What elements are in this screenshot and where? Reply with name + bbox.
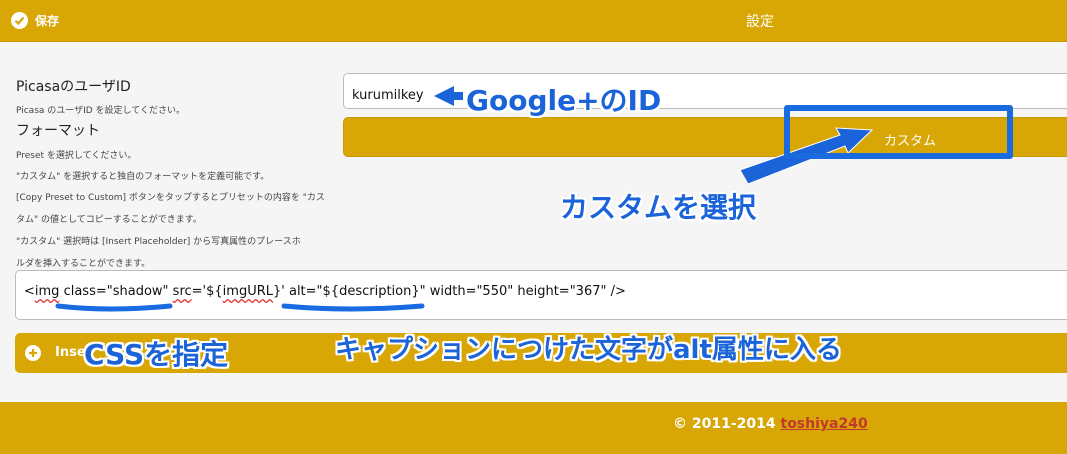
annotation-caption-alt: キャプションにつけた文字がalt属性に入る	[335, 335, 842, 365]
annotation-select-custom: カスタムを選択	[560, 191, 757, 224]
annotation-overlay	[55, 86, 874, 312]
annotation-google-id: Google+のID	[466, 84, 662, 117]
annotation-css: CSSを指定	[84, 338, 229, 371]
callout-box	[784, 105, 1013, 159]
